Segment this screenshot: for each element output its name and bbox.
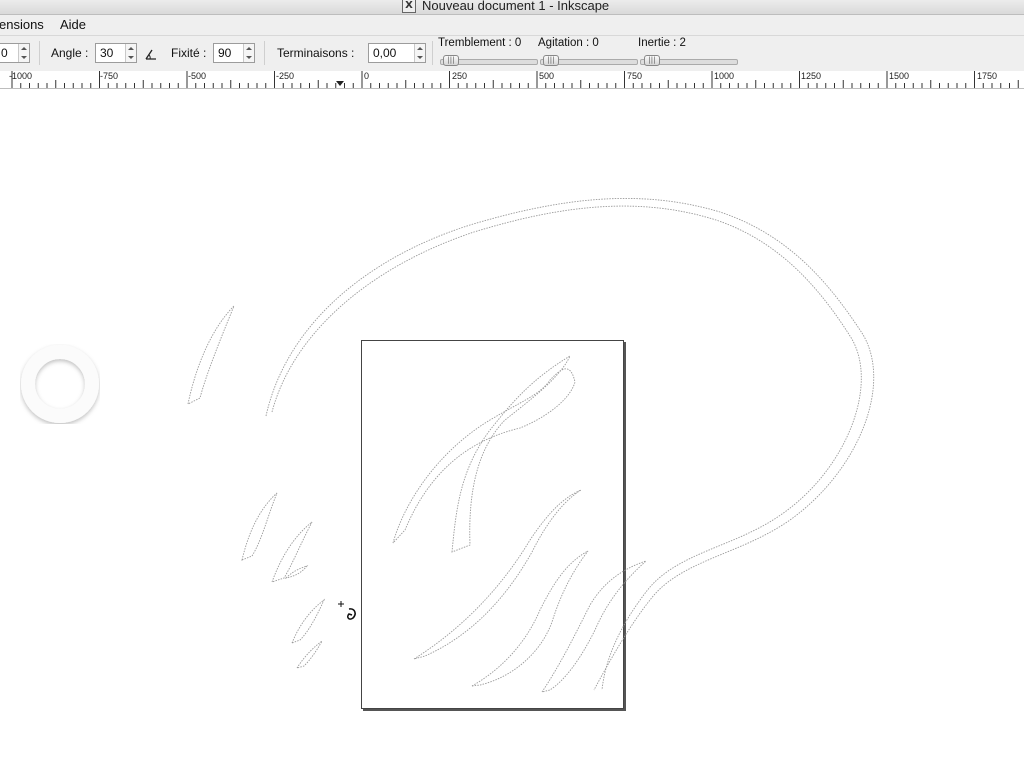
ruler-label: -1000 [9,71,33,81]
ruler-ticks [11,71,1019,88]
ruler-label: 0 [364,71,370,81]
ruler-label: 250 [452,71,468,81]
caps-spin-arrows[interactable] [414,44,425,62]
fixation-spinbox[interactable] [213,43,255,63]
ruler-pointer-icon [336,81,344,86]
menu-bar: ensions Aide [0,15,1024,36]
fixation-spin-arrows[interactable] [243,44,254,62]
busy-ring-icon [20,344,100,424]
caps-label: Terminaisons : [277,46,355,60]
ruler-label: -750 [100,71,119,81]
separator [39,41,40,65]
ruler-label: 1750 [977,71,998,81]
angle-label: Angle : [51,46,89,60]
wiggle-label: Agitation : 0 [538,37,599,49]
title-group: X Nouveau document 1 - Inkscape [402,0,609,13]
menu-dimensions[interactable]: ensions [0,17,44,32]
ruler-label: 500 [539,71,555,81]
ruler-label: 1000 [714,71,735,81]
mass-label: Inertie : 2 [638,37,686,49]
wiggle-slider-handle[interactable]: ||| [543,55,559,66]
use-tilt-icon[interactable] [144,47,158,64]
horizontal-ruler[interactable]: -1000 -750 -500 -250 0 250 500 750 1000 … [0,71,1024,89]
page-border [361,340,624,709]
mass-slider-handle[interactable]: ||| [644,55,660,66]
width-spinbox[interactable] [0,43,30,63]
tremor-label: Tremblement : 0 [438,37,522,49]
ruler-label: 1500 [889,71,910,81]
x11-icon: X [402,0,416,13]
separator [264,41,265,65]
width-spin-arrows[interactable] [18,44,29,62]
calligraphy-cursor-icon [337,600,359,625]
ruler-label: -500 [188,71,207,81]
caps-spinbox[interactable] [368,43,426,63]
ruler-label: 750 [627,71,643,81]
title-bar: X Nouveau document 1 - Inkscape [0,0,1024,15]
tool-controls-bar: Angle : Fixité : Terminaisons : Tremblem… [0,36,1024,72]
ruler-label: 1250 [801,71,822,81]
ruler-label: -250 [276,71,295,81]
window-title: Nouveau document 1 - Inkscape [422,0,610,13]
angle-spin-arrows[interactable] [125,44,136,62]
angle-spinbox[interactable] [95,43,137,63]
tremor-slider-handle[interactable]: ||| [443,55,459,66]
separator [432,41,433,65]
menu-help[interactable]: Aide [60,17,86,32]
fixation-label: Fixité : [171,46,207,60]
